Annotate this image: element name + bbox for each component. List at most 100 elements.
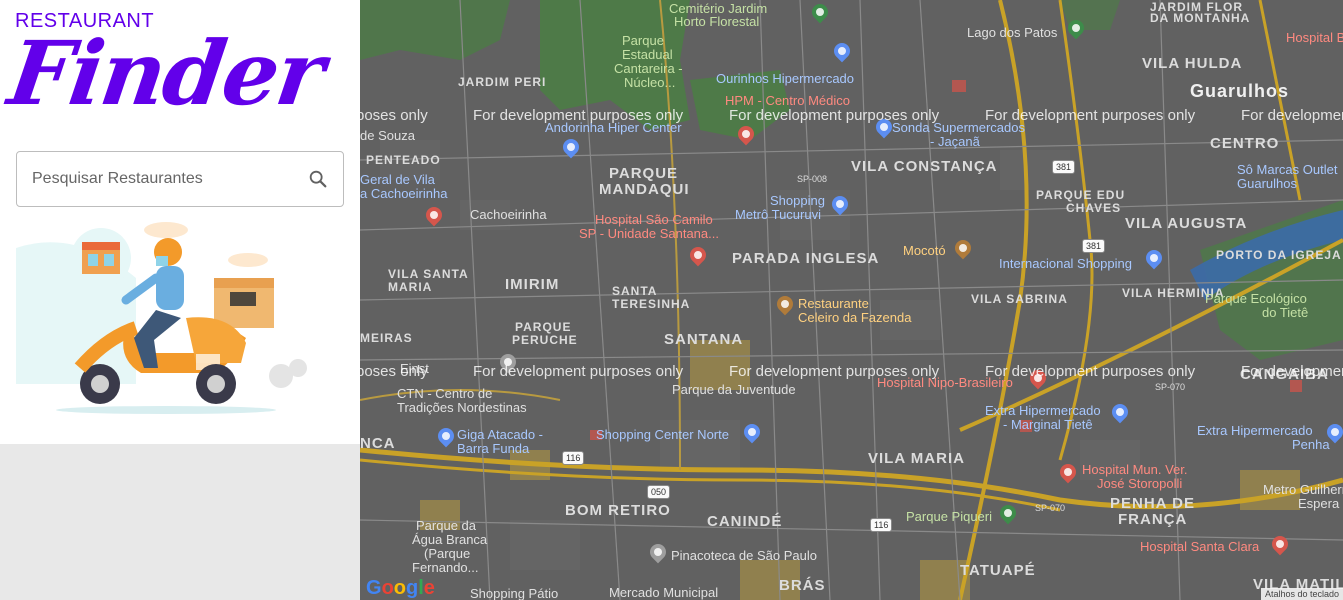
road-shield: SP-070	[1155, 382, 1186, 392]
map-label: BRÁS	[779, 577, 826, 594]
map-label: PARQUE	[609, 165, 679, 182]
map-label: - Jaçanã	[930, 134, 980, 149]
app-root: RESTAURANT Finder Pesquisar Restaurantes…	[0, 0, 1343, 600]
map-label: Núcleo...	[624, 75, 676, 90]
map-label: Parque Piqueri	[906, 509, 992, 524]
sidebar: RESTAURANT Finder	[0, 0, 360, 444]
map-label: MEIRAS	[360, 331, 413, 345]
map-label: Internacional Shopping	[999, 256, 1132, 271]
map-label: Cantareira -	[614, 61, 683, 76]
map-label: VILA SABRINA	[971, 292, 1068, 306]
map-watermark: For development purposes only	[729, 363, 940, 380]
map-label: PARADA INGLESA	[732, 250, 880, 267]
search-icon	[309, 170, 327, 188]
map-label: MARIA	[388, 280, 433, 294]
map-label: Parque Ecológico	[1205, 291, 1307, 306]
map-label: Hospital Mun. Ver.	[1082, 462, 1188, 477]
map-label: Fernando...	[412, 560, 479, 575]
map-label: PENHA DE	[1110, 495, 1195, 512]
road-shield: 116	[562, 451, 585, 465]
road-shield: 116	[870, 518, 893, 532]
search-box	[16, 151, 344, 207]
map-label: Extra Hipermercado	[1197, 423, 1313, 438]
map-watermark: poses only	[360, 107, 428, 124]
map-label: (Parque	[424, 546, 471, 561]
road-shield: 381	[1082, 239, 1106, 253]
map-label: Tradições Nordestinas	[397, 400, 527, 415]
map-label: PENTEADO	[366, 153, 441, 167]
map-label: Estadual	[622, 47, 673, 62]
map-label: Giga Atacado -	[457, 427, 543, 442]
map-label: do Tietê	[1262, 305, 1309, 320]
map-label: José Storopolli	[1097, 476, 1183, 491]
map-label: PERUCHE	[512, 333, 578, 347]
map-label: IMIRIM	[505, 276, 560, 293]
map-label: Shopping	[770, 193, 825, 208]
map-watermark: poses only	[360, 363, 428, 380]
road-shield: SP-070	[1035, 503, 1066, 513]
map-label: Espera	[1298, 496, 1340, 511]
map-label: Shopping Center Norte	[596, 427, 729, 442]
sidebar-empty-area	[0, 444, 360, 600]
map-label: FRANÇA	[1118, 511, 1188, 528]
map-label: JARDIM PERI	[458, 75, 547, 89]
map-watermark: For development purposes only	[985, 363, 1196, 380]
map-label: HPM - Centro Médico	[725, 93, 850, 108]
map-watermark: For development purposes only	[473, 363, 684, 380]
map-label: NCA	[360, 435, 396, 452]
map-view[interactable]: Cemitério Jardim Horto Florestal Parque …	[360, 0, 1343, 600]
map-label: Ourinhos Hipermercado	[716, 71, 855, 86]
map-label: CANINDÉ	[707, 513, 783, 530]
map-label: DA MONTANHA	[1150, 11, 1251, 25]
map-label: Mocotó	[903, 243, 946, 258]
map-label: Pinacoteca de São Paulo	[671, 548, 817, 563]
map-label: Parque da Juventude	[672, 382, 796, 397]
map-label: Hospital São Camilo	[595, 212, 713, 227]
map-label: Metro Guilhermina	[1263, 482, 1343, 497]
map-label: VILA SANTA	[388, 267, 469, 281]
map-label: PORTO DA IGREJA	[1216, 248, 1342, 262]
search-input[interactable]	[17, 152, 293, 206]
map-watermark: For development purposes only	[985, 107, 1196, 124]
map-label: Penha	[1292, 437, 1330, 452]
map-label: VILA CONSTANÇA	[851, 158, 998, 175]
road-shield: 050	[647, 485, 671, 499]
map-label: SANTANA	[664, 331, 744, 348]
map-label: de Souza	[360, 128, 415, 143]
map-label: Lago dos Patos	[967, 25, 1058, 40]
map-label: PARQUE	[515, 320, 572, 334]
map-label: Água Branca	[412, 532, 488, 547]
map-label: Hospital Santa Clara	[1140, 539, 1260, 554]
map-label: PARQUE EDU	[1036, 188, 1126, 202]
map-watermark: For development purposes only	[729, 107, 940, 124]
map-label: Geral de Vila	[360, 172, 435, 187]
map-label: Horto Florestal	[674, 14, 760, 29]
map-label: Parque	[622, 33, 664, 48]
map-label: Celeiro da Fazenda	[798, 310, 912, 325]
map-label: Guarulhos	[1190, 81, 1290, 101]
map-label: Hospital Bom Cl	[1286, 30, 1343, 45]
map-label: MANDAQUI	[599, 181, 690, 198]
map-label: Parque da	[416, 518, 476, 533]
search-button[interactable]	[293, 152, 343, 206]
map-label: VILA HULDA	[1142, 55, 1243, 72]
map-label: a Cachoeirinha	[360, 186, 448, 201]
map-label: Barra Funda	[457, 441, 530, 456]
map-watermark: For developmen	[1241, 107, 1343, 124]
brand-logo: Finder	[2, 21, 330, 125]
delivery-scooter-illustration	[16, 222, 307, 414]
map-label: VILA AUGUSTA	[1125, 215, 1248, 232]
map-label: Guarulhos	[1237, 176, 1297, 191]
map-label: SP - Unidade Santana...	[579, 226, 719, 241]
map-watermark: For development purposes only	[473, 107, 684, 124]
map-watermark: For developmen	[1241, 363, 1343, 380]
map-label: CHAVES	[1066, 201, 1122, 215]
map-label: TERESINHA	[612, 297, 691, 311]
map-label: TATUAPÉ	[960, 562, 1036, 579]
map-label: BOM RETIRO	[565, 502, 671, 519]
map-label: - Marginal Tietê	[1003, 417, 1093, 432]
road-shield: SP-008	[797, 174, 828, 184]
map-label: SANTA	[612, 284, 658, 298]
keyboard-shortcuts-link[interactable]: Atalhos do teclado	[1260, 588, 1343, 600]
google-logo[interactable]: Google	[366, 577, 435, 600]
